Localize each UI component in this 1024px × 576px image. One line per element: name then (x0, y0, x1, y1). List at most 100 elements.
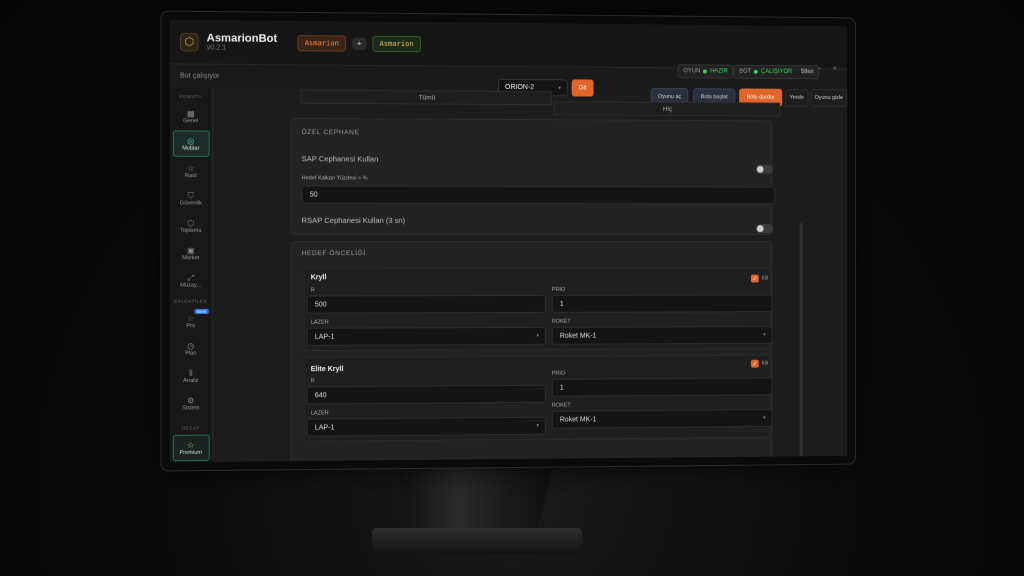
monitor: ⬡ AsmarionBot v0.2.1 Asmarion + Asmarion… (160, 10, 856, 472)
shield-threshold-label: Hedef Kalkan Yüzdesi > % (301, 175, 368, 182)
sidebar-item-sistem[interactable]: ⚙ Sistem (172, 390, 209, 417)
bag-icon: ▣ (186, 245, 195, 255)
sidebar-item-label: Moblar (182, 145, 200, 152)
chart-icon: ⫴ (189, 368, 193, 378)
laser-select[interactable]: LAP-1 ▾ (306, 416, 546, 437)
add-profile-button[interactable]: + (352, 37, 367, 50)
game-status-badge: OYUN HAZIR (677, 64, 734, 79)
gear-icon: ⚙ (187, 395, 195, 405)
chevron-down-icon: ▾ (763, 415, 766, 422)
sidebar-item-analiz[interactable]: ⫴ Analiz (172, 363, 209, 390)
sidebar-item-market[interactable]: ▣ Market (172, 240, 209, 266)
r-input[interactable]: 640 (306, 384, 546, 405)
app-version: v0.2.1 (206, 44, 227, 52)
target-name: Elite Kryll (310, 365, 344, 374)
filter-none-label: Hiç (662, 105, 673, 113)
prio-input[interactable]: 1 (551, 294, 773, 313)
shield-threshold-input[interactable]: 50 (301, 185, 776, 205)
laser-select-value: LAP-1 (314, 423, 335, 432)
minimize-button[interactable]: − (817, 65, 821, 72)
bot-timer: 59sn (800, 69, 814, 76)
sidebar-item-moblar[interactable]: ◎ Moblar (172, 130, 210, 157)
sidebar-item-raid[interactable]: ☆ Raid (172, 158, 209, 184)
chevron-down-icon: ▾ (763, 331, 766, 338)
title-bar: ⬡ AsmarionBot v0.2.1 Asmarion + Asmarion (169, 19, 848, 70)
new-badge: NEW (194, 308, 209, 315)
status-dot-icon (754, 69, 759, 74)
laser-select[interactable]: LAP-1 ▾ (306, 326, 546, 346)
kill-checkbox[interactable]: ✓ (750, 274, 759, 283)
sap-ammo-label: SAP Cephanesi Kullan (301, 154, 379, 164)
bot-status-text: Bot çalışıyor (180, 72, 220, 80)
filter-all-button[interactable]: Tümü (300, 89, 552, 106)
prio-input[interactable]: 1 (551, 377, 773, 397)
scrollbar[interactable] (799, 223, 803, 461)
monitor-stand-neck (396, 466, 554, 536)
content-column: Tümü Hiç ÖZEL CEPHANE SAP Cephanesi Kull… (290, 88, 781, 463)
rsap-ammo-toggle[interactable] (755, 224, 774, 234)
bot-status-label: BOT (739, 68, 752, 75)
sidebar-item-label: Market (182, 254, 200, 261)
special-ammo-title: ÖZEL CEPHANE (301, 128, 360, 137)
star-icon: ☆ (187, 163, 195, 173)
sidebar-item-label: Müzay... (180, 282, 202, 289)
sidebar-item-label: Premium (179, 449, 203, 456)
target-priority-title: HEDEF ÖNCELİĞİ (301, 250, 366, 258)
rocket-label: ROKET (551, 402, 571, 409)
target-item: Kryll ✓ Kill R 500 PRİO 1 LAZER LAP-1 ▾ … (303, 267, 773, 351)
prio-label: PRİO (551, 370, 566, 377)
sidebar-item-toplama[interactable]: ⬡ Toplama (172, 213, 209, 239)
kill-checkbox[interactable]: ✓ (750, 359, 759, 368)
sidebar: KOMUTA ▦ Genel ◎ Moblar ☆ Raid ⛉ Güvenli… (169, 86, 213, 463)
laser-label: LAZER (310, 410, 329, 417)
profile-tab-1[interactable]: Asmarion (297, 34, 346, 52)
rocket-label: ROKET (551, 318, 571, 325)
status-dot-icon (703, 69, 708, 74)
cube-logo-icon: ⬡ (180, 32, 199, 51)
rocket-select[interactable]: Roket MK-1 ▾ (551, 326, 773, 345)
profile-tab-2[interactable]: Asmarion (372, 35, 421, 52)
target-name: Kryll (310, 274, 327, 282)
cube-icon: ⬡ (187, 218, 195, 228)
sidebar-item-guvenlik[interactable]: ⛉ Güvenlik (172, 185, 209, 211)
special-ammo-card: ÖZEL CEPHANE SAP Cephanesi Kullan Hedef … (290, 117, 776, 236)
star-icon: ☆ (187, 440, 195, 450)
prio-label: PRİO (551, 286, 566, 293)
kill-label: Kill (761, 360, 769, 367)
grid-icon: ▦ (186, 108, 195, 118)
hide-game-button[interactable]: Oyunu gizle (810, 88, 848, 107)
kill-label: Kill (761, 275, 769, 282)
sidebar-item-label: Analiz (183, 377, 199, 384)
main-panel: ORION-2 ▾ Git Oyunu aç Botu başlat Botu … (212, 78, 848, 463)
r-label: R (310, 378, 315, 385)
rocket-select[interactable]: Roket MK-1 ▾ (551, 409, 773, 429)
sidebar-item-label: Raid (184, 172, 197, 179)
filter-all-label: Tümü (418, 93, 436, 102)
laser-label: LAZER (310, 319, 329, 326)
monitor-stand-base (372, 528, 582, 554)
bot-status-value: ÇALIŞIYOR (761, 68, 793, 76)
sap-ammo-toggle[interactable] (755, 164, 774, 174)
refresh-button[interactable]: Yenile (785, 88, 809, 107)
r-label: R (310, 287, 315, 294)
sidebar-item-premium[interactable]: ☆ Premium (172, 434, 210, 462)
sidebar-item-label: Güvenlik (179, 199, 202, 207)
r-input[interactable]: 500 (306, 294, 546, 314)
shield-icon: ⛉ (187, 190, 194, 200)
sidebar-section-main: KOMUTA (179, 93, 203, 100)
rsap-ammo-label: RSAP Cephanesi Kullan (3 sn) (301, 215, 406, 225)
sidebar-item-label: Plan (185, 349, 197, 357)
sidebar-item-pro[interactable]: NEW ☆ Pro (172, 308, 209, 334)
sidebar-item-muzayede[interactable]: ⤢ Müzay... (172, 267, 209, 293)
close-button[interactable]: × (833, 65, 837, 72)
sidebar-item-plan[interactable]: ◷ Plan (172, 335, 209, 362)
app-window: ⬡ AsmarionBot v0.2.1 Asmarion + Asmarion… (169, 19, 848, 463)
rocket-select-value: Roket MK-1 (559, 415, 597, 424)
filter-none-button[interactable]: Hiç (553, 101, 781, 117)
sidebar-item-label: Sistem (182, 404, 200, 411)
rocket-select-value: Roket MK-1 (559, 332, 597, 340)
sidebar-item-genel[interactable]: ▦ Genel (172, 103, 209, 130)
target-item: Elite Kryll ✓ Kill R 640 PRİO 1 LAZER LA… (303, 354, 773, 442)
chevron-down-icon: ▾ (536, 422, 539, 429)
game-status-label: OYUN (683, 68, 701, 75)
